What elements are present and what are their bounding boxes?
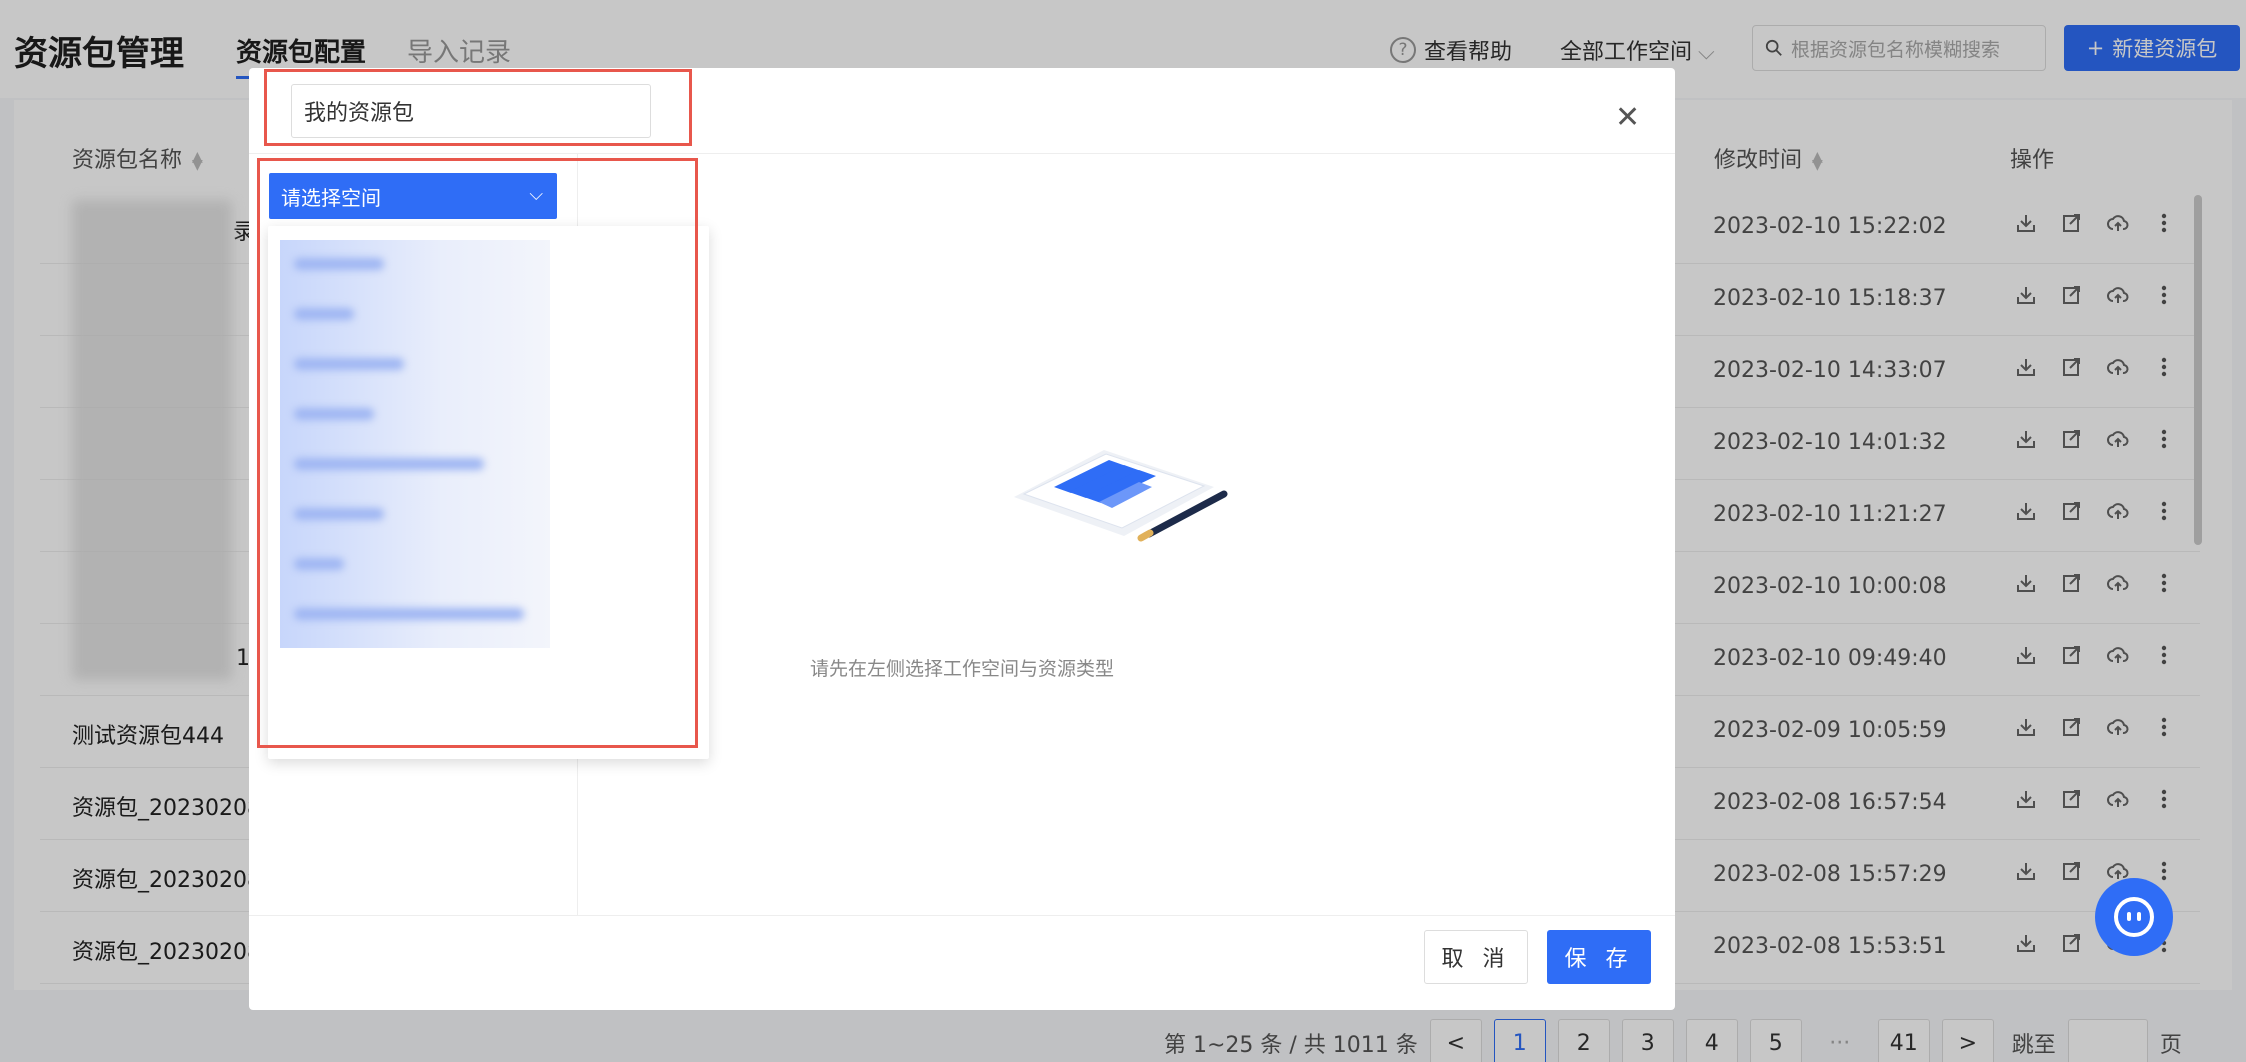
dropdown-option[interactable] bbox=[280, 290, 550, 340]
dropdown-option[interactable] bbox=[280, 390, 550, 440]
workspace-pane: 请选择空间 ⌵ bbox=[249, 154, 709, 915]
dropdown-option[interactable] bbox=[280, 590, 550, 648]
empty-hint: 请先在左侧选择工作空间与资源类型 bbox=[809, 658, 1114, 680]
dropdown-option[interactable] bbox=[280, 440, 550, 490]
page: 资源包管理 资源包配置 导入记录 ? 查看帮助 全部工作空间 ⌵ 根据资源包名称模… bbox=[0, 0, 2246, 1062]
cancel-button[interactable]: 取 消 bbox=[1424, 930, 1528, 984]
dropdown-option[interactable] bbox=[280, 540, 550, 590]
modal-header: 我的资源包 ✕ bbox=[249, 68, 1675, 154]
chat-icon bbox=[2114, 897, 2154, 937]
close-icon[interactable]: ✕ bbox=[1615, 103, 1640, 133]
save-button[interactable]: 保 存 bbox=[1547, 930, 1651, 984]
dropdown-option[interactable] bbox=[280, 340, 550, 390]
pack-name-input[interactable]: 我的资源包 bbox=[291, 84, 651, 138]
dropdown-option[interactable] bbox=[280, 240, 550, 290]
resource-pane: 请先在左侧选择工作空间与资源类型 bbox=[578, 154, 1675, 915]
resource-pack-modal: 我的资源包 ✕ 请选择空间 ⌵ 请先在左侧选择工作空间与资源类型 取 消 保 存 bbox=[249, 68, 1675, 1010]
workspace-select-placeholder: 请选择空间 bbox=[281, 185, 381, 210]
empty-document-illustration bbox=[1014, 450, 1228, 542]
dropdown-option[interactable] bbox=[280, 490, 550, 540]
chevron-down-icon: ⌵ bbox=[529, 184, 543, 205]
workspace-select[interactable]: 请选择空间 ⌵ bbox=[269, 173, 557, 219]
chatbot-button[interactable] bbox=[2095, 878, 2173, 956]
